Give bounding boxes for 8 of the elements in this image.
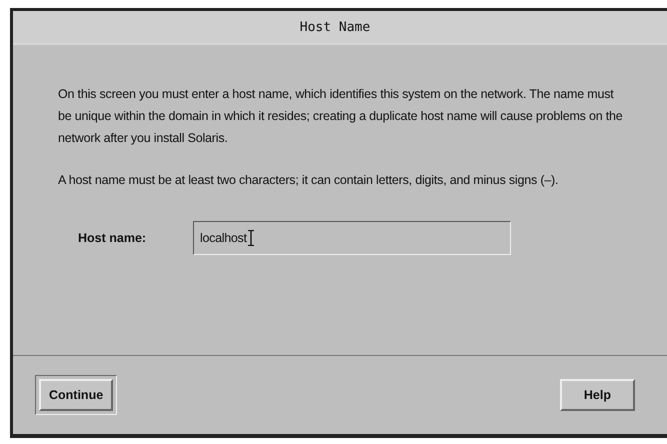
help-button[interactable]: Help: [560, 379, 635, 411]
field-label: Host name:: [77, 231, 148, 245]
continue-button[interactable]: Continue: [39, 379, 114, 411]
description-text: A host name must be at least two characters; it can contain letters, digits, and minus signs (–).: [58, 172, 560, 189]
description-text: On this screen you must enter a host name, which identifies this system on the network. The name must be unique within the domain in which it resides; creating a duplicate host name will cause problems on the network after you install Solaris.: [58, 86, 624, 147]
host-name-field[interactable]: localhost: [193, 221, 511, 255]
text-cursor-icon: [248, 230, 254, 246]
window-title: Host Name: [300, 20, 370, 34]
